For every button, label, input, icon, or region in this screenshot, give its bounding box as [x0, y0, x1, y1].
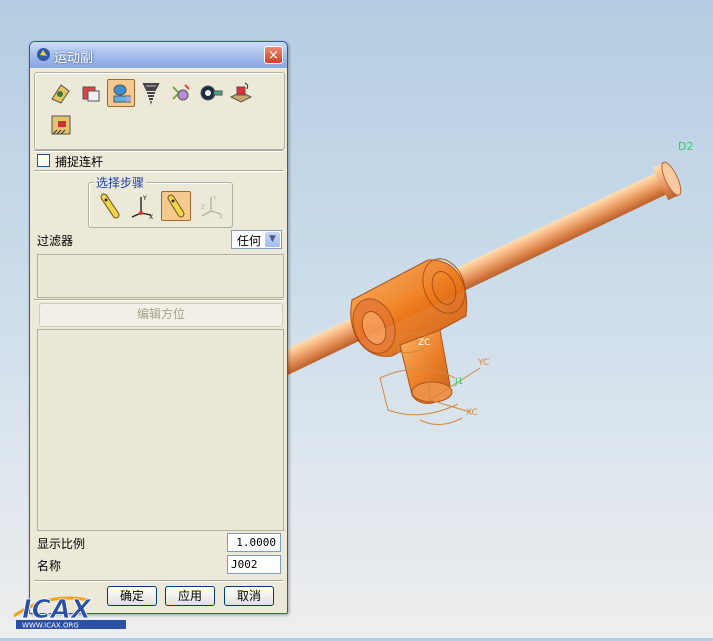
slider-joint-icon[interactable]: [77, 79, 105, 107]
apply-button[interactable]: 应用: [165, 586, 215, 606]
shaft: [267, 161, 682, 380]
spherical-joint-icon[interactable]: [197, 79, 225, 107]
app-icon: [37, 48, 50, 61]
chevron-down-icon[interactable]: ▼: [265, 232, 280, 247]
close-button[interactable]: ×: [264, 46, 283, 64]
divider: [34, 150, 283, 152]
screw-joint-icon[interactable]: [137, 79, 165, 107]
base-orient-step-icon: YZ X: [197, 191, 227, 221]
motion-joint-dialog: 运动副 × 捕捉连杆 选择步骤 YX YZX 过滤器 任何 ▼ 编辑方位 显示比…: [29, 41, 288, 614]
zc-label: ZC: [418, 338, 430, 348]
xc-label: XC: [466, 408, 478, 418]
joint-label: J1: [454, 377, 463, 387]
fixed-joint-icon[interactable]: [47, 111, 75, 139]
filter-value: 任何: [237, 234, 262, 248]
selection-steps-legend: 选择步骤: [94, 174, 147, 191]
edit-orientation-button[interactable]: 编辑方位: [39, 303, 283, 327]
svg-text:WWW.ICAX.ORG: WWW.ICAX.ORG: [22, 622, 79, 630]
joint-list[interactable]: [37, 329, 284, 531]
divider: [34, 580, 283, 582]
cylindrical-collar: [350, 258, 468, 404]
display-scale-input[interactable]: 1.0000: [227, 533, 281, 552]
link-label: D2: [678, 140, 693, 153]
selection-list[interactable]: [37, 254, 284, 298]
snap-link-label: 捕捉连杆: [55, 155, 104, 169]
universal-joint-icon[interactable]: [167, 79, 195, 107]
name-input[interactable]: J002: [227, 555, 281, 574]
select-link-step-icon[interactable]: [95, 191, 125, 221]
icax-logo: ICAX WWW.ICAX.ORG: [13, 595, 126, 630]
cylindrical-joint-icon[interactable]: [107, 79, 135, 107]
divider: [34, 299, 283, 301]
svg-text:Z: Z: [201, 204, 205, 211]
revolute-joint-icon[interactable]: [47, 79, 75, 107]
svg-text:Y: Y: [142, 195, 147, 202]
origin-orient-step-icon[interactable]: YX: [127, 191, 157, 221]
name-label: 名称: [37, 559, 62, 573]
joint-type-toolbar: [34, 72, 285, 150]
divider: [34, 170, 283, 172]
svg-text:Y: Y: [212, 195, 217, 202]
dialog-title: 运动副: [54, 51, 94, 66]
base-link-step-icon[interactable]: [161, 191, 191, 221]
display-scale-label: 显示比例: [37, 537, 86, 551]
svg-text:X: X: [219, 214, 223, 221]
filter-label: 过滤器: [37, 234, 74, 248]
cancel-button[interactable]: 取消: [224, 586, 274, 606]
filter-select[interactable]: 任何 ▼: [231, 230, 282, 249]
snap-link-checkbox[interactable]: [37, 154, 50, 167]
planar-joint-icon[interactable]: [227, 79, 255, 107]
dialog-titlebar[interactable]: 运动副 ×: [30, 42, 287, 68]
yc-label: YC: [477, 358, 489, 368]
svg-text:X: X: [149, 214, 153, 221]
